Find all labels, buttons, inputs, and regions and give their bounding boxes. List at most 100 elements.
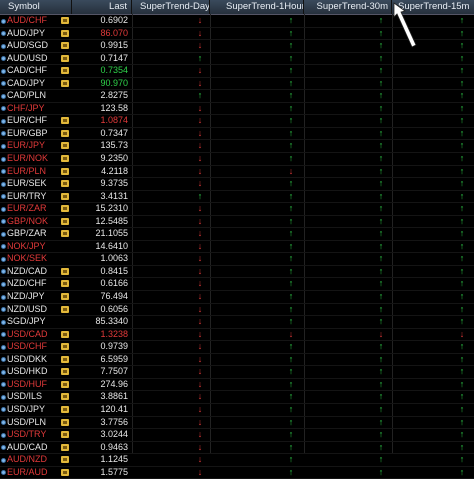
symbol-cell[interactable]: EUR/ZAR: [0, 203, 60, 215]
chart-icon[interactable]: [61, 305, 69, 313]
symbol-cell[interactable]: CAD/CHF: [0, 65, 60, 77]
symbol-cell[interactable]: EUR/SEK: [0, 178, 60, 190]
chart-icon-cell[interactable]: [60, 178, 72, 190]
header-supertrend-day[interactable]: SuperTrend-Day: [132, 0, 210, 14]
symbol-cell[interactable]: CAD/PLN: [0, 90, 60, 102]
chart-icon[interactable]: [61, 155, 69, 163]
chart-icon[interactable]: [61, 167, 69, 175]
symbol-cell[interactable]: EUR/GBP: [0, 128, 60, 140]
chart-icon-cell[interactable]: [60, 128, 72, 140]
symbol-cell[interactable]: USD/ILS: [0, 391, 60, 403]
table-row[interactable]: CAD/JPY 90.970 ↓ ↑ ↑ ↑: [0, 78, 474, 91]
symbol-cell[interactable]: USD/CHF: [0, 341, 60, 353]
chart-icon[interactable]: [61, 418, 69, 426]
symbol-cell[interactable]: NZD/JPY: [0, 291, 60, 303]
table-row[interactable]: USD/HKD 7.7507 ↓ ↑ ↑ ↑: [0, 366, 474, 379]
symbol-cell[interactable]: AUD/USD: [0, 53, 60, 65]
symbol-cell[interactable]: AUD/CAD: [0, 442, 60, 454]
table-row[interactable]: USD/PLN 3.7756 ↓ ↑ ↑ ↑: [0, 417, 474, 430]
symbol-cell[interactable]: EUR/NOK: [0, 153, 60, 165]
symbol-cell[interactable]: AUD/SGD: [0, 40, 60, 52]
chart-icon-cell[interactable]: [60, 366, 72, 378]
chart-icon-cell[interactable]: [60, 304, 72, 316]
table-row[interactable]: EUR/TRY 3.4131 ↑ ↑ ↑ ↑: [0, 191, 474, 204]
chart-icon-cell[interactable]: [60, 15, 72, 27]
chart-icon-cell[interactable]: [60, 65, 72, 77]
chart-icon[interactable]: [61, 280, 69, 288]
symbol-cell[interactable]: USD/DKK: [0, 354, 60, 366]
symbol-cell[interactable]: USD/JPY: [0, 404, 60, 416]
chart-icon[interactable]: [61, 117, 69, 125]
table-row[interactable]: EUR/SEK 9.3735 ↓ ↑ ↑ ↑: [0, 178, 474, 191]
chart-icon-cell[interactable]: [60, 417, 72, 429]
chart-icon[interactable]: [61, 217, 69, 225]
symbol-cell[interactable]: NOK/SEK: [0, 253, 60, 265]
chart-icon[interactable]: [61, 330, 69, 338]
chart-icon[interactable]: [61, 180, 69, 188]
table-row[interactable]: AUD/CAD 0.9463 ↓ ↑ ↑ ↑: [0, 442, 474, 455]
chart-icon[interactable]: [61, 29, 69, 37]
table-row[interactable]: SGD/JPY 85.3340 ↓ ↑ ↑ ↑: [0, 316, 474, 329]
chart-icon-cell[interactable]: [60, 166, 72, 178]
chart-icon-cell[interactable]: [60, 203, 72, 215]
symbol-cell[interactable]: NZD/CAD: [0, 266, 60, 278]
symbol-cell[interactable]: USD/HKD: [0, 366, 60, 378]
table-row[interactable]: USD/ILS 3.8861 ↓ ↑ ↑ ↑: [0, 391, 474, 404]
table-row[interactable]: NZD/CAD 0.8415 ↓ ↑ ↑ ↑: [0, 266, 474, 279]
table-row[interactable]: CAD/CHF 0.7354 ↓ ↑ ↑ ↑: [0, 65, 474, 78]
table-row[interactable]: USD/DKK 6.5959 ↓ ↑ ↑ ↑: [0, 354, 474, 367]
chart-icon-cell[interactable]: [60, 341, 72, 353]
table-row[interactable]: CAD/PLN 2.8275 ↑ ↑ ↑ ↑: [0, 90, 474, 103]
chart-icon[interactable]: [61, 42, 69, 50]
table-row[interactable]: NOK/JPY 14.6410 ↓ ↑ ↑ ↑: [0, 241, 474, 254]
table-row[interactable]: EUR/ZAR 15.2310 ↓ ↑ ↑ ↑: [0, 203, 474, 216]
chart-icon[interactable]: [61, 468, 69, 476]
table-row[interactable]: EUR/NOK 9.2350 ↓ ↑ ↑ ↑: [0, 153, 474, 166]
symbol-cell[interactable]: NOK/JPY: [0, 241, 60, 253]
table-row[interactable]: NOK/SEK 1.0063 ↓ ↑ ↑ ↑: [0, 253, 474, 266]
symbol-cell[interactable]: AUD/NZD: [0, 454, 60, 466]
chart-icon-cell[interactable]: [60, 329, 72, 341]
table-row[interactable]: NZD/JPY 76.494 ↓ ↑ ↑ ↑: [0, 291, 474, 304]
table-row[interactable]: AUD/NZD 1.1245 ↓ ↑ ↑ ↑: [0, 454, 474, 467]
chart-icon-cell[interactable]: [60, 78, 72, 90]
table-row[interactable]: USD/CAD 1.3238 ↓ ↓ ↓ ↓: [0, 329, 474, 342]
header-symbol[interactable]: Symbol: [0, 0, 72, 14]
table-row[interactable]: EUR/CHF 1.0874 ↓ ↑ ↑ ↑: [0, 115, 474, 128]
table-row[interactable]: GBP/NOK 12.5485 ↓ ↑ ↑ ↑: [0, 216, 474, 229]
chart-icon-cell[interactable]: [60, 216, 72, 228]
table-row[interactable]: USD/TRY 3.0244 ↓ ↑ ↑ ↑: [0, 429, 474, 442]
symbol-cell[interactable]: EUR/PLN: [0, 166, 60, 178]
chart-icon-cell[interactable]: [60, 379, 72, 391]
header-supertrend-30m[interactable]: SuperTrend-30m: [304, 0, 392, 14]
header-supertrend-1hour[interactable]: SuperTrend-1Hour: [210, 0, 304, 14]
table-row[interactable]: EUR/JPY 135.73 ↓ ↑ ↑ ↑: [0, 140, 474, 154]
chart-icon[interactable]: [61, 393, 69, 401]
table-row[interactable]: GBP/ZAR 21.1055 ↓ ↑ ↑ ↑: [0, 228, 474, 241]
chart-icon[interactable]: [61, 192, 69, 200]
chart-icon-cell[interactable]: [60, 467, 72, 479]
chart-icon[interactable]: [61, 205, 69, 213]
chart-icon[interactable]: [61, 67, 69, 75]
table-row[interactable]: EUR/GBP 0.7347 ↓ ↑ ↑ ↑: [0, 128, 474, 141]
chart-icon[interactable]: [61, 293, 69, 301]
table-row[interactable]: USD/HUF 274.96 ↓ ↑ ↑ ↑: [0, 379, 474, 392]
symbol-cell[interactable]: EUR/CHF: [0, 115, 60, 127]
chart-icon-cell[interactable]: [60, 278, 72, 290]
chart-icon[interactable]: [61, 230, 69, 238]
symbol-cell[interactable]: GBP/ZAR: [0, 228, 60, 240]
table-row[interactable]: AUD/USD 0.7147 ↑ ↑ ↑ ↑: [0, 53, 474, 66]
symbol-cell[interactable]: USD/CAD: [0, 329, 60, 341]
chart-icon-cell[interactable]: [60, 454, 72, 466]
chart-icon[interactable]: [61, 443, 69, 451]
header-last[interactable]: Last: [72, 0, 132, 14]
chart-icon[interactable]: [61, 380, 69, 388]
symbol-cell[interactable]: EUR/AUD: [0, 467, 60, 479]
chart-icon[interactable]: [61, 267, 69, 275]
chart-icon[interactable]: [61, 79, 69, 87]
chart-icon[interactable]: [61, 368, 69, 376]
symbol-cell[interactable]: CAD/JPY: [0, 78, 60, 90]
symbol-cell[interactable]: USD/PLN: [0, 417, 60, 429]
chart-icon-cell[interactable]: [60, 391, 72, 403]
chart-icon-cell[interactable]: [60, 140, 72, 152]
